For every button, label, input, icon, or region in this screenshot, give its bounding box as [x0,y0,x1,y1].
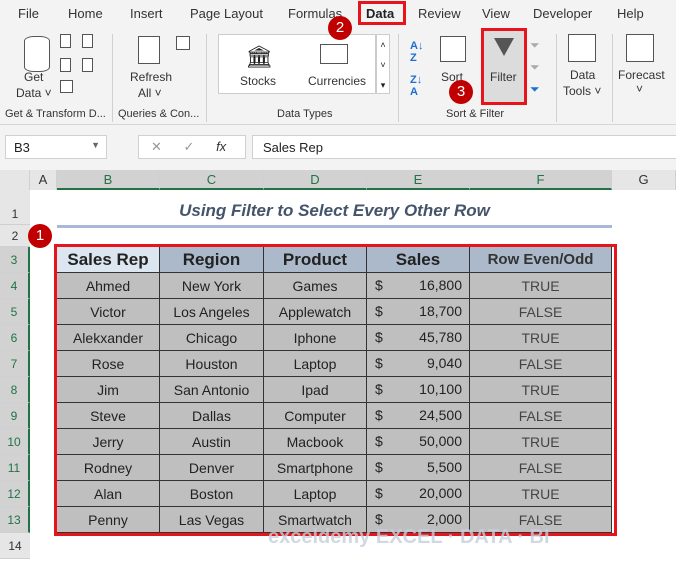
sheet-title: Using Filter to Select Every Other Row [179,201,490,220]
filter-highlight [481,28,527,105]
fx-icon[interactable]: fx [216,139,226,154]
refresh-all-button[interactable]: Refresh [130,70,172,84]
ribbon: Get Data ˅ Get & Transform D... Refresh … [0,28,676,125]
group-queries: Queries & Con... [118,108,200,120]
tab-file[interactable]: File [18,6,39,21]
refresh-icon [138,36,160,64]
table-highlight [54,244,617,536]
tab-page-layout[interactable]: Page Layout [190,6,263,21]
row-header-7[interactable]: 7 [0,351,30,377]
group-sort-filter: Sort & Filter [446,108,505,120]
data-tools-icon [568,34,596,62]
formula-input[interactable]: Sales Rep [252,135,676,159]
get-data-dropdown[interactable]: Data ˅ [16,86,52,100]
enter-icon[interactable]: ✓ [184,139,195,154]
col-header-f[interactable]: F [470,170,612,190]
title-underline [57,225,612,228]
step-badge-2: 2 [328,16,352,40]
row-header-14[interactable]: 14 [0,533,30,559]
refresh-all-dropdown[interactable]: All ˅ [138,86,162,100]
col-header-e[interactable]: E [367,170,470,190]
tab-home[interactable]: Home [68,6,103,21]
col-header-g[interactable]: G [612,170,676,190]
tab-view[interactable]: View [482,6,510,21]
name-box-value: B3 [14,140,30,155]
group-get-transform: Get & Transform D... [5,108,106,120]
tab-review[interactable]: Review [418,6,461,21]
watermark: exceldemy EXCEL · DATA · BI [268,526,550,548]
sort-a-z-icon[interactable]: A↓ Z [410,40,423,64]
formula-buttons: ✕ ✓ fx [138,135,246,159]
col-header-d[interactable]: D [264,170,367,190]
row-header-4[interactable]: 4 [0,273,30,299]
row-header-13[interactable]: 13 [0,507,30,533]
row-header-2[interactable]: 2 [0,225,30,247]
tab-help[interactable]: Help [617,6,644,21]
currencies-button[interactable]: Currencies [308,74,366,88]
row-header-5[interactable]: 5 [0,299,30,325]
cancel-icon[interactable]: ✕ [151,139,162,154]
row-header-12[interactable]: 12 [0,481,30,507]
data-tab-highlight [358,1,406,25]
row-header-6[interactable]: 6 [0,325,30,351]
formula-bar: B3 ▼ ✕ ✓ fx Sales Rep [0,125,676,170]
recent-sources-icon[interactable] [82,34,93,48]
stocks-button[interactable]: Stocks [240,74,276,88]
row-header-10[interactable]: 10 [0,429,30,455]
data-tools-dropdown[interactable]: Tools ˅ [563,84,601,98]
tab-developer[interactable]: Developer [533,6,592,21]
col-header-a[interactable]: A [30,170,57,190]
sort-icon [440,36,466,62]
sort-z-a-icon[interactable]: Z↓ A [410,74,422,98]
select-all-corner[interactable] [0,170,30,190]
row-header-9[interactable]: 9 [0,403,30,429]
stocks-icon: 🏛 [245,44,273,69]
row-header-11[interactable]: 11 [0,455,30,481]
col-header-b[interactable]: B [57,170,160,190]
data-tools-button[interactable]: Data [570,68,595,82]
gallery-scroll[interactable]: ˄ ˅ ▾ [376,34,390,94]
worksheet-grid: A B C D E F G 1 2 3 4 5 6 7 8 9 10 11 12 13 14 Using … [0,170,676,573]
name-box[interactable]: B3 ▼ [5,135,107,159]
from-web-icon[interactable] [60,58,71,72]
forecast-icon [626,34,654,62]
existing-connections-icon[interactable] [82,58,93,72]
from-text-icon[interactable] [60,34,71,48]
row-header-8[interactable]: 8 [0,377,30,403]
col-header-c[interactable]: C [160,170,264,190]
step-badge-3: 3 [449,80,473,104]
group-data-types: Data Types [277,108,333,120]
tab-insert[interactable]: Insert [130,6,163,21]
row-header-3[interactable]: 3 [0,247,30,273]
row-header-1[interactable]: 1 [0,190,30,225]
forecast-dropdown[interactable]: ˅ [636,82,643,96]
from-table-icon[interactable] [60,80,73,93]
clear-reapply-advanced-icons[interactable]: ⏷ ⏷ ⏷ [530,34,540,100]
get-data-button[interactable]: Get [24,70,43,84]
queries-connections-icon[interactable] [176,36,190,50]
forecast-button[interactable]: Forecast [618,68,665,82]
currencies-icon [320,44,348,64]
step-badge-1: 1 [28,224,52,248]
get-data-icon [24,36,50,72]
